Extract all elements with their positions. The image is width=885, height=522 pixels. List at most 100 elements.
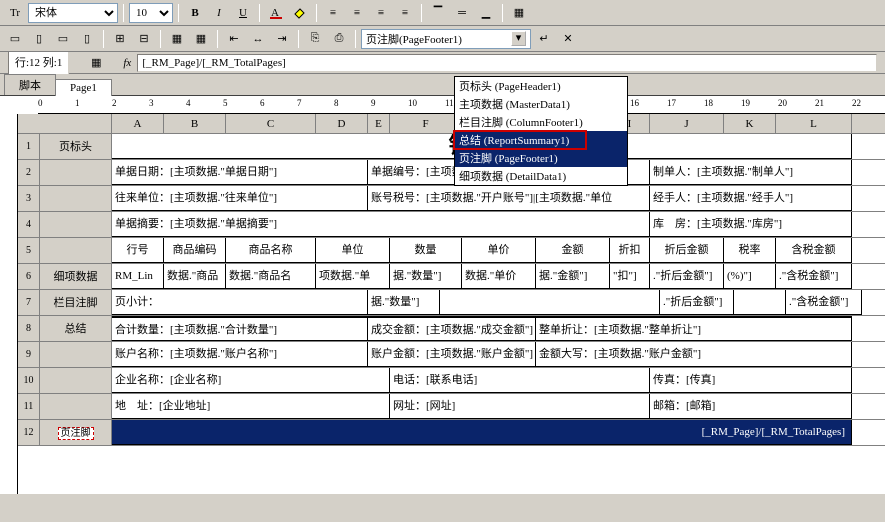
bold-button[interactable]: B [184, 2, 206, 24]
cell[interactable]: 合计数量：[主项数据."合计数量"] [112, 316, 368, 341]
valign-bottom-button[interactable]: ▁ [475, 2, 497, 24]
cell[interactable]: 邮箱：[邮箱] [650, 394, 852, 419]
column-header[interactable]: E [368, 114, 390, 133]
cell[interactable]: 数据."商品 [164, 264, 226, 289]
insert-row-button[interactable]: ▭ [4, 28, 26, 50]
cell[interactable]: 网址：[网址] [390, 394, 650, 419]
cell[interactable]: 企业名称：[企业名称] [112, 368, 390, 393]
cell[interactable]: 折后金额 [650, 238, 724, 263]
object-center-button[interactable]: ↔ [247, 28, 269, 50]
band-apply-button[interactable]: ↵ [533, 28, 555, 50]
font-color-button[interactable]: A [265, 2, 287, 24]
column-header[interactable]: J [650, 114, 724, 133]
row-number[interactable]: 3 [18, 186, 40, 211]
cell[interactable]: 传真：[传真] [650, 368, 852, 393]
column-header[interactable]: K [724, 114, 776, 133]
cell[interactable]: 账户金额：[主项数据."账户金额"] [368, 342, 536, 367]
cell[interactable]: 整单折让：[主项数据."整单折让"] [536, 316, 852, 341]
cell[interactable]: 页小计： [112, 290, 368, 315]
row-number[interactable]: 6 [18, 264, 40, 289]
cell[interactable]: 单价 [462, 238, 536, 263]
band-option[interactable]: 总结 (ReportSummary1) [455, 131, 627, 149]
align-justify-button[interactable]: ≡ [394, 2, 416, 24]
row-number[interactable]: 4 [18, 212, 40, 237]
cell[interactable]: 据."数量"] [390, 264, 462, 289]
split-button[interactable]: ⊟ [133, 28, 155, 50]
insert-col-button[interactable]: ▯ [28, 28, 50, 50]
valign-top-button[interactable]: ▔ [427, 2, 449, 24]
cell[interactable]: [_RM_Page]/[_RM_TotalPages] [112, 420, 852, 445]
cell[interactable]: 数量 [390, 238, 462, 263]
link-button[interactable]: ⎘ [304, 28, 326, 50]
cell[interactable]: 税率 [724, 238, 776, 263]
cell[interactable]: 账号税号：[主项数据."开户账号"]|[主项数据."单位 [368, 186, 650, 211]
cell-props-button[interactable]: ▦ [166, 28, 188, 50]
cell[interactable]: 行号 [112, 238, 164, 263]
valign-middle-button[interactable]: ═ [451, 2, 473, 24]
band-option[interactable]: 细项数据 (DetailData1) [455, 167, 627, 185]
column-header[interactable]: A [112, 114, 164, 133]
cell[interactable]: "扣"] [610, 264, 650, 289]
font-family-select[interactable]: 宋体 [28, 3, 118, 23]
cell[interactable]: 商品名称 [226, 238, 316, 263]
grid-button[interactable]: ▦ [190, 28, 212, 50]
cell[interactable]: 地 址：[企业地址] [112, 394, 390, 419]
row-number[interactable]: 7 [18, 290, 40, 315]
cell[interactable]: 折扣 [610, 238, 650, 263]
row-number[interactable]: 12 [18, 420, 40, 445]
row-number[interactable]: 5 [18, 238, 40, 263]
cell[interactable]: 据."数量"] [368, 290, 440, 315]
object-left-button[interactable]: ⇤ [223, 28, 245, 50]
column-header[interactable]: C [226, 114, 316, 133]
cell[interactable]: 含税金额 [776, 238, 852, 263]
cell[interactable]: 账户名称：[主项数据."账户名称"] [112, 342, 368, 367]
row-number[interactable]: 1 [18, 134, 40, 159]
align-center-button[interactable]: ≡ [346, 2, 368, 24]
cell[interactable]: 单据摘要：[主项数据."单据摘要"] [112, 212, 650, 237]
column-header[interactable]: L [776, 114, 852, 133]
cell[interactable]: ."含税金额"] [786, 290, 862, 315]
row-number[interactable]: 9 [18, 342, 40, 367]
band-option[interactable]: 主项数据 (MasterData1) [455, 95, 627, 113]
column-header[interactable]: F [390, 114, 462, 133]
underline-button[interactable]: U [232, 2, 254, 24]
row-number[interactable]: 2 [18, 160, 40, 185]
cell[interactable]: ."折后金额"] [650, 264, 724, 289]
column-header[interactable]: D [316, 114, 368, 133]
delete-row-button[interactable]: ▭ [52, 28, 74, 50]
cell[interactable]: 成交金额：[主项数据."成交金额"] [368, 316, 536, 341]
cell[interactable]: 商品编码 [164, 238, 226, 263]
border-button[interactable]: ▦ [508, 2, 530, 24]
cell[interactable]: RM_Lin [112, 264, 164, 289]
cell[interactable]: 经手人：[主项数据."经手人"] [650, 186, 852, 211]
align-right-button[interactable]: ≡ [370, 2, 392, 24]
tab-script[interactable]: 脚本 [4, 74, 56, 95]
cell[interactable]: 数据."单价 [462, 264, 536, 289]
row-number[interactable]: 8 [18, 316, 40, 341]
cell[interactable]: (%)"] [724, 264, 776, 289]
band-selector[interactable]: 页注脚(PageFooter1) ▾ [361, 29, 531, 49]
row-number[interactable]: 10 [18, 368, 40, 393]
band-option[interactable]: 页注脚 (PageFooter1) [455, 149, 627, 167]
cell[interactable]: 单位 [316, 238, 390, 263]
cell[interactable]: 单据日期：[主项数据."单据日期"] [112, 160, 368, 185]
align-left-button[interactable]: ≡ [322, 2, 344, 24]
column-header[interactable]: B [164, 114, 226, 133]
merge-button[interactable]: ⊞ [109, 28, 131, 50]
cell[interactable]: 电话：[联系电话] [390, 368, 650, 393]
cell[interactable]: 制单人：[主项数据."制单人"] [650, 160, 852, 185]
cell[interactable]: 据."金额"] [536, 264, 610, 289]
row-number[interactable]: 11 [18, 394, 40, 419]
band-delete-button[interactable]: ✕ [557, 28, 579, 50]
cell[interactable]: 金额 [536, 238, 610, 263]
fx-icon[interactable]: ▦ [85, 52, 107, 74]
cell[interactable]: 金额大写：[主项数据."账户金额"] [536, 342, 852, 367]
cell[interactable]: 库 房：[主项数据."库房"] [650, 212, 852, 237]
cell[interactable] [734, 290, 786, 315]
object-right-button[interactable]: ⇥ [271, 28, 293, 50]
column-header[interactable] [18, 114, 112, 133]
cell[interactable]: 数据."商品名 [226, 264, 316, 289]
cell[interactable]: 项数据."单 [316, 264, 390, 289]
cell[interactable] [440, 290, 660, 315]
fill-color-button[interactable] [289, 2, 311, 24]
